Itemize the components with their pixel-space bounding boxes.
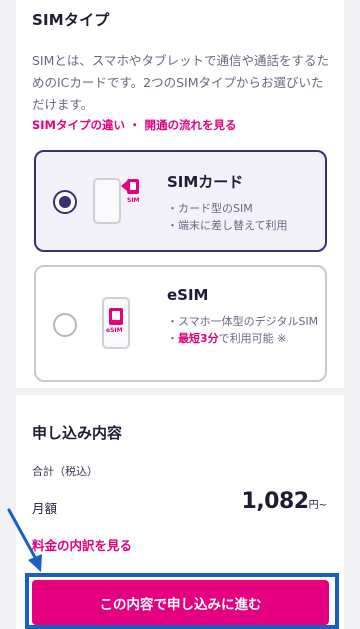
link-separator: ・: [129, 118, 141, 132]
phone-icon: [93, 178, 121, 224]
activation-flow-link[interactable]: 開通の流れを見る: [145, 118, 237, 132]
sim-type-links: SIMタイプの違い・開通の流れを見る: [32, 117, 237, 133]
esim-feature-2-prefix: ・: [167, 332, 178, 345]
sim-card-features: ・カード型のSIM ・端末に差し替えて利用: [167, 200, 327, 234]
proceed-button[interactable]: この内容で申し込みに進む: [32, 580, 329, 625]
total-tax-label: 合計（税込）: [32, 465, 98, 478]
sim-chip-label: SIM: [127, 197, 140, 204]
sim-type-description: SIMとは、スマホやタブレットで通信や通話をするためのICカードです。2つのSI…: [32, 53, 330, 112]
monthly-price: 1,082円~: [242, 489, 327, 514]
sim-card-feature-1: ・カード型のSIM: [167, 202, 253, 215]
esim-chip-icon: [109, 308, 123, 325]
page: SIMタイプ SIMとは、スマホやタブレットで通信や通話をするためのICカードで…: [0, 0, 360, 629]
esim-feature-2-suffix: で利用可能 ※: [218, 332, 287, 345]
sim-type-heading: SIMタイプ: [32, 11, 110, 29]
esim-option[interactable]: eSIM eSIM ・スマホ一体型のデジタルSIM ・最短3分で利用可能 ※: [34, 265, 327, 382]
price-unit: 円~: [308, 500, 327, 511]
esim-chip-label: eSIM: [106, 327, 123, 334]
sim-type-section: SIMタイプ SIMとは、スマホやタブレットで通信や通話をするためのICカードで…: [16, 0, 344, 388]
esim-phone-icon: eSIM: [102, 297, 130, 349]
esim-features: ・スマホ一体型のデジタルSIM ・最短3分で利用可能 ※: [167, 313, 327, 347]
sim-card-radio[interactable]: [53, 190, 77, 214]
esim-radio[interactable]: [53, 313, 77, 337]
esim-title: eSIM: [167, 286, 209, 304]
sim-chip-icon: [127, 179, 139, 194]
price-breakdown-link[interactable]: 料金の内訳を見る: [32, 535, 132, 554]
esim-feature-2: ・最短3分で利用可能 ※: [167, 330, 327, 347]
sim-card-option[interactable]: SIM SIMカード ・カード型のSIM ・端末に差し替えて利用: [34, 150, 327, 252]
sim-card-feature-2: ・端末に差し替えて利用: [167, 219, 288, 232]
esim-feature-1: ・スマホ一体型のデジタルSIM: [167, 315, 319, 328]
esim-feature-2-highlight: 最短3分: [178, 332, 219, 345]
monthly-label: 月額: [32, 501, 58, 516]
sim-type-difference-link[interactable]: SIMタイプの違い: [32, 118, 125, 132]
sim-card-title: SIMカード: [167, 173, 244, 191]
price-value: 1,082: [241, 489, 310, 514]
order-summary-heading: 申し込み内容: [32, 424, 123, 442]
